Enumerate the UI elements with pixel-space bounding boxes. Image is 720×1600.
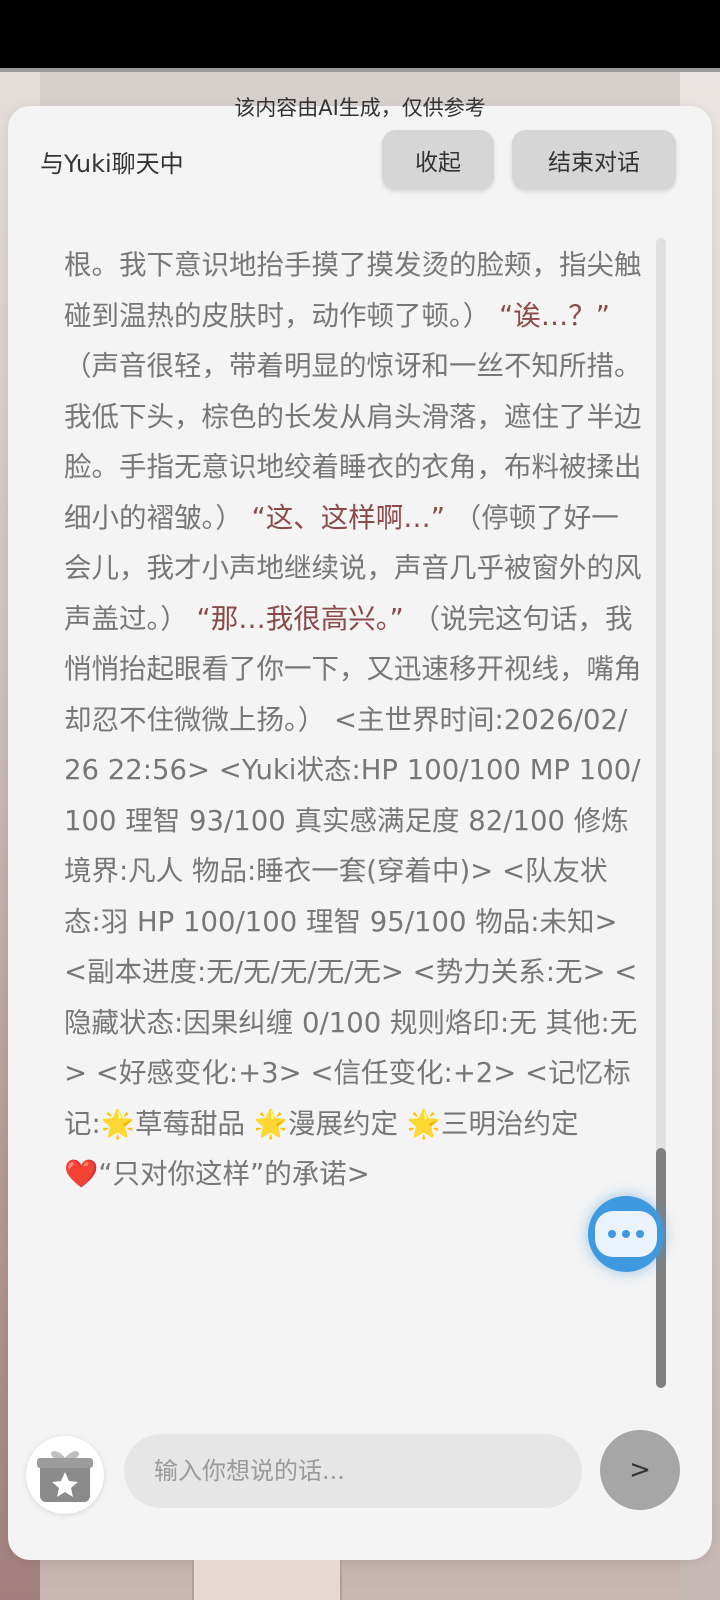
gift-button[interactable] [26,1436,104,1514]
message-dialogue: “这、这样啊…” [251,501,446,534]
ai-generated-notice: 该内容由AI生成，仅供参考 [234,96,486,120]
message-input[interactable] [124,1434,582,1508]
background-character [192,1560,342,1600]
end-conversation-button[interactable]: 结束对话 [512,130,676,190]
collapse-button[interactable]: 收起 [382,130,494,190]
message-scroll-area[interactable]: 根。我下意识地抬手摸了摸发烫的脸颊，指尖触碰到温热的皮肤时，动作顿了顿。） “诶… [64,240,644,1360]
message-status-block: <主世界时间:2026/02/26 22:56> <Yuki状态:HP 100/… [64,703,641,1191]
ellipsis-icon [595,1211,657,1257]
chat-title: 与Yuki聊天中 [40,150,184,178]
chat-panel: 与Yuki聊天中 收起 结束对话 根。我下意识地抬手摸了摸发烫的脸颊，指尖触碰到… [8,106,712,1560]
scrollbar-thumb[interactable] [656,1148,666,1388]
chat-bubble-icon[interactable] [588,1196,664,1272]
send-button[interactable]: > [600,1430,680,1510]
top-divider [0,68,720,72]
message-dialogue: “诶…？” [499,299,610,332]
status-bar [0,0,720,68]
ai-message: 根。我下意识地抬手摸了摸发烫的脸颊，指尖触碰到温热的皮肤时，动作顿了顿。） “诶… [64,240,644,1200]
gift-star-icon [37,1451,93,1502]
message-dialogue: “那…我很高兴。” [196,602,404,635]
